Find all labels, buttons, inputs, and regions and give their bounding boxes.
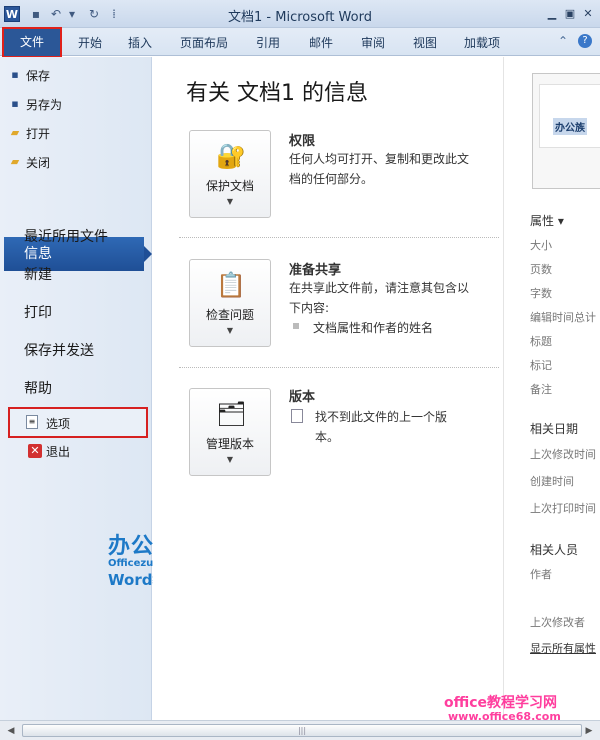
document-thumbnail[interactable]: 办公族 [532,73,600,189]
prop-last-printed: 上次打印时间 [530,502,596,515]
watermark-title: office教程学习网 [444,695,558,711]
permissions-title: 权限 [289,134,316,149]
check-issues-label: 检查问题 [205,308,254,322]
bullet-icon [293,323,299,329]
tab-references[interactable]: 引用 [256,34,280,51]
tab-view[interactable]: 视图 [413,34,437,51]
grip-icon: ||| [297,726,307,735]
sidebar-item-options[interactable]: ≡ 选项 [8,407,148,438]
prop-title: 标题 [530,335,552,348]
title-bar: W ▪ ↶ ▾ ↻ ⁞ 文档1 - Microsoft Word ▁ ▣ ✕ [0,0,600,28]
scroll-left-icon[interactable]: ◀ [4,724,18,738]
tab-home[interactable]: 开始 [78,34,102,51]
properties-panel: 办公族 属性 ▾ 大小 页数 字数 编辑时间总计 标题 标记 备注 相关日期 上… [503,57,600,720]
sidebar-item-label: 保存 [26,69,51,83]
ribbon-tabs: 开始 插入 页面布局 引用 邮件 审阅 视图 加载项 [0,28,600,56]
save-as-icon: ▪ [11,97,19,110]
prop-comments: 备注 [530,383,552,396]
minimize-icon[interactable]: ▁ [544,6,560,22]
lock-key-icon: 🔐 [216,142,246,170]
exit-icon: ✕ [28,444,42,458]
sidebar-item-new[interactable]: 新建 [24,264,52,284]
inspect-checklist-icon: 📋 [216,271,246,299]
sidebar-item-label: 另存为 [26,98,63,112]
sidebar-item-label: 关闭 [26,156,51,170]
restore-icon[interactable]: ▣ [562,6,578,22]
prop-last-modified-by: 上次修改者 [530,616,585,629]
sidebar-item-close[interactable]: ▰ 关闭 [11,152,51,174]
sidebar-item-help[interactable]: 帮助 [24,378,52,398]
sidebar-item-print[interactable]: 打印 [24,302,52,322]
sidebar-item-save-as[interactable]: ▪ 另存为 [11,94,63,116]
chevron-down-icon: ▼ [226,326,234,335]
thumbnail-text: 办公族 [553,118,587,135]
check-issues-button[interactable]: 📋 检查问题 ▼ [189,259,271,347]
prop-last-modified: 上次修改时间 [530,448,596,461]
versions-magnifier-icon: 🗂 [216,400,247,428]
collapse-ribbon-icon[interactable]: ⌃ [558,34,568,48]
sidebar-item-exit[interactable]: ✕ 退出 [28,441,71,463]
people-header: 相关人员 [530,543,579,557]
prop-author: 作者 [530,568,552,581]
tab-review[interactable]: 审阅 [361,34,385,51]
tab-insert[interactable]: 插入 [128,34,152,51]
thumbnail-page [539,84,600,148]
sidebar-item-label: 打开 [26,127,51,141]
protect-document-label: 保护文档 [205,179,254,193]
dates-header: 相关日期 [530,422,579,436]
prepare-share-bullet: 文档属性和作者的姓名 [313,321,434,335]
help-icon[interactable]: ? [578,34,592,48]
backstage-sidebar: ▪ 保存 ▪ 另存为 ▰ 打开 ▰ 关闭 信息 最近所用文件 新建 打印 保存并… [0,57,152,720]
sidebar-item-save-send[interactable]: 保存并发送 [24,340,94,360]
options-icon: ≡ [26,415,38,429]
permissions-desc: 任何人均可打开、复制和更改此文档的任何部分。 [289,152,470,186]
prop-created: 创建时间 [530,475,574,488]
info-main: 有关 文档1 的信息 🔐 保护文档 ▼ 权限 任何人均可打开、复制和更改此文档的… [153,57,503,720]
sidebar-item-recent[interactable]: 最近所用文件 [24,226,108,246]
sidebar-item-open[interactable]: ▰ 打开 [11,123,51,145]
sidebar-item-label: 退出 [46,445,71,459]
prop-tags: 标记 [530,359,552,372]
watermark-url: www.office68.com [448,710,561,723]
tab-page-layout[interactable]: 页面布局 [180,34,228,51]
section-divider [179,237,499,238]
window-title: 文档1 - Microsoft Word [228,10,372,25]
versions-title: 版本 [289,390,316,405]
document-icon [291,409,303,423]
prop-size: 大小 [530,239,552,252]
chevron-down-icon: ▼ [226,197,234,206]
save-icon: ▪ [11,68,19,81]
manage-versions-button[interactable]: 🗂 管理版本 ▼ [189,388,271,476]
properties-dropdown[interactable]: 属性 ▾ [530,212,564,229]
prepare-share-title: 准备共享 [289,263,342,278]
page-title: 有关 文档1 的信息 [186,81,368,106]
manage-versions-label: 管理版本 [205,437,254,451]
sidebar-item-save[interactable]: ▪ 保存 [11,65,51,87]
tab-file[interactable]: 文件 [2,27,62,58]
prop-edit-time: 编辑时间总计 [530,311,596,324]
scroll-right-icon[interactable]: ▶ [582,724,596,738]
tab-mailings[interactable]: 邮件 [309,34,333,51]
protect-document-button[interactable]: 🔐 保护文档 ▼ [189,130,271,218]
sidebar-item-label: 选项 [46,417,71,431]
open-folder-icon: ▰ [10,126,20,139]
show-all-properties-link[interactable]: 显示所有属性 [530,640,596,656]
section-divider [179,367,499,368]
close-folder-icon: ▰ [10,155,20,168]
close-icon[interactable]: ✕ [580,6,596,22]
prop-pages: 页数 [530,263,552,276]
chevron-down-icon: ▼ [226,455,234,464]
versions-desc: 找不到此文件的上一个版本。 [315,410,448,444]
horizontal-scrollbar[interactable]: ◀ ||| ▶ [0,720,600,740]
prop-words: 字数 [530,287,552,300]
scrollbar-thumb[interactable]: ||| [22,724,582,737]
tab-addins[interactable]: 加载项 [464,34,500,51]
prepare-share-desc: 在共享此文件前，请注意其包含以下内容: [289,281,470,315]
